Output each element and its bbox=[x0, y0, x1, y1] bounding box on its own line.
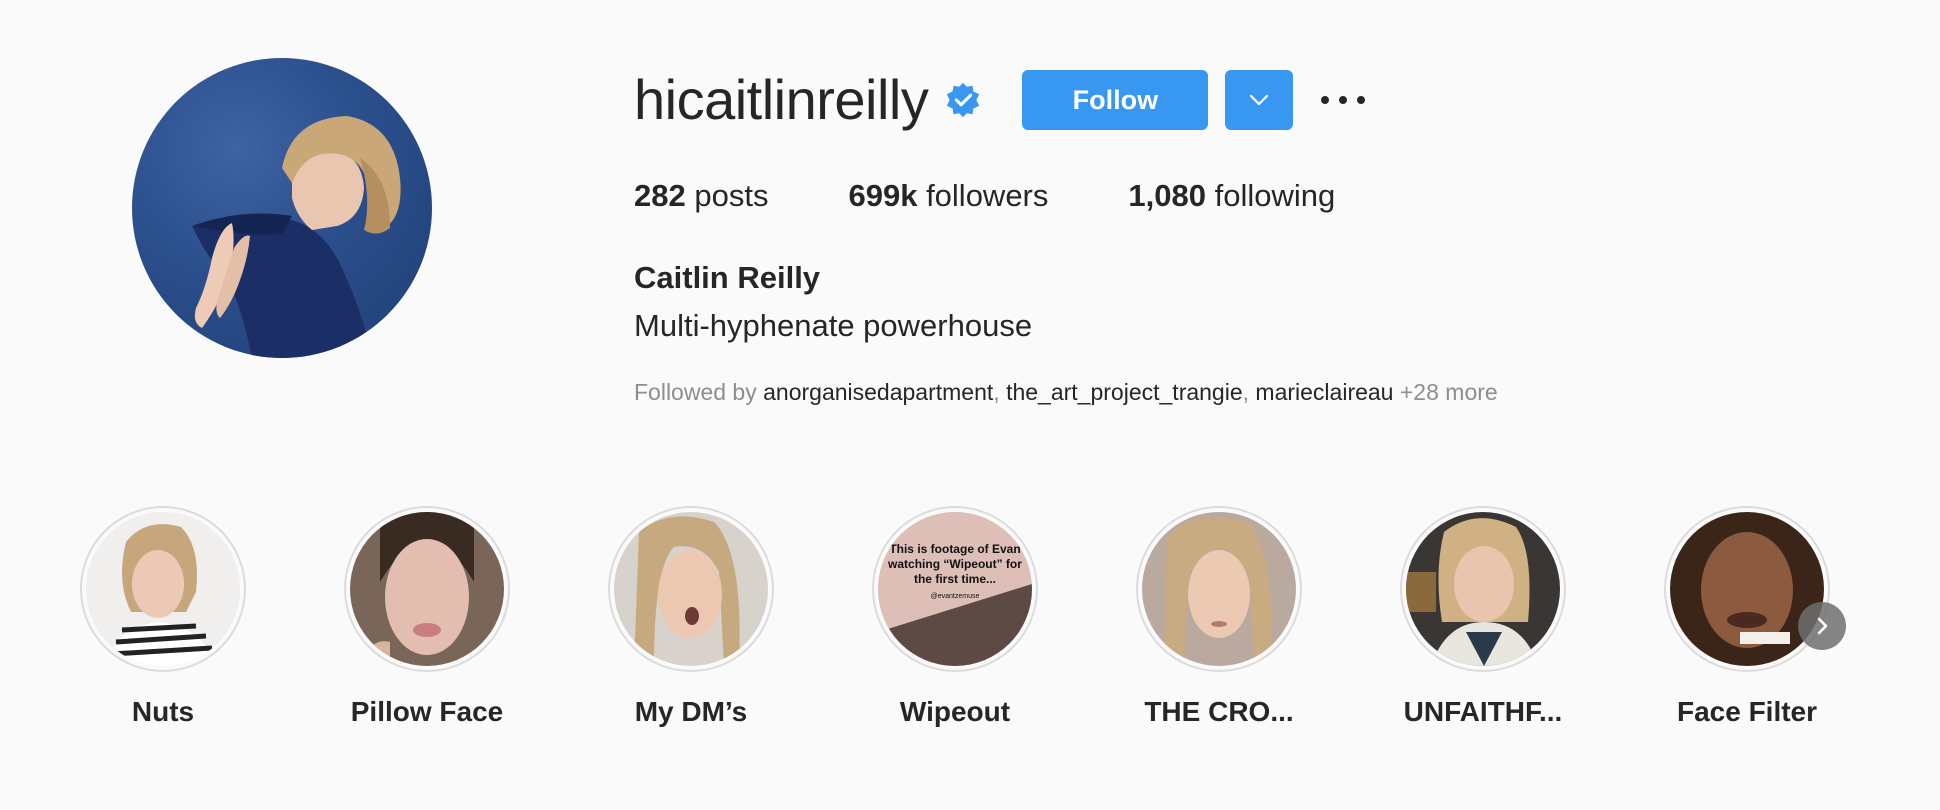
highlight-my-dms[interactable]: My DM’s bbox=[606, 506, 776, 730]
following-label: following bbox=[1214, 178, 1336, 213]
followed-by-prefix: Followed by bbox=[634, 379, 757, 405]
chevron-down-icon bbox=[1250, 94, 1269, 106]
highlight-label: UNFAITHF... bbox=[1403, 696, 1563, 727]
posts-count: 282 bbox=[634, 178, 686, 213]
highlight-thumbnail: This is footage of Evan watching “Wipeou… bbox=[878, 512, 1032, 666]
profile-photo bbox=[192, 116, 401, 358]
highlight-the-cro[interactable]: THE CRO... bbox=[1134, 506, 1304, 730]
followed-by-user[interactable]: marieclaireau bbox=[1255, 379, 1393, 405]
highlight-thumbnail bbox=[86, 512, 240, 666]
more-options-icon[interactable] bbox=[1321, 80, 1366, 120]
highlight-thumbnail-caption: This is footage of Evan watching “Wipeou… bbox=[886, 542, 1024, 604]
profile-page: hicaitlinreilly Follow 282 posts 699k fo… bbox=[0, 0, 1940, 810]
profile-stats: 282 posts 699k followers 1,080 following bbox=[634, 176, 1415, 216]
separator: , bbox=[1242, 379, 1250, 405]
following-count: 1,080 bbox=[1128, 178, 1206, 213]
follow-button[interactable]: Follow bbox=[1022, 70, 1209, 130]
followed-by-user[interactable]: anorganisedapartment bbox=[763, 379, 993, 405]
highlight-ring bbox=[608, 506, 774, 672]
highlight-label: Face Filter bbox=[1676, 696, 1818, 727]
highlight-unfaithf[interactable]: UNFAITHF... bbox=[1398, 506, 1568, 730]
highlight-nuts[interactable]: Nuts bbox=[78, 506, 248, 730]
highlight-ring bbox=[80, 506, 246, 672]
verified-badge-icon bbox=[947, 82, 980, 118]
highlights-next-button[interactable] bbox=[1798, 602, 1846, 650]
highlight-label: Pillow Face bbox=[350, 696, 504, 727]
username: hicaitlinreilly bbox=[634, 68, 929, 131]
full-name: Caitlin Reilly bbox=[634, 260, 821, 295]
highlight-label: My DM’s bbox=[634, 696, 748, 727]
highlight-pillow-face[interactable]: Pillow Face bbox=[342, 506, 512, 730]
highlight-label: Wipeout bbox=[899, 696, 1011, 727]
chevron-right-icon bbox=[1817, 617, 1828, 635]
profile-header: hicaitlinreilly Follow bbox=[634, 60, 1366, 140]
posts-label: posts bbox=[694, 178, 769, 213]
highlight-thumbnail bbox=[1406, 512, 1560, 666]
followers-link[interactable]: 699k followers bbox=[848, 176, 1048, 216]
highlight-label: THE CRO... bbox=[1144, 696, 1294, 727]
followed-by-user[interactable]: the_art_project_trangie bbox=[1006, 379, 1243, 405]
highlight-ring bbox=[1136, 506, 1302, 672]
posts-stat: 282 posts bbox=[634, 176, 768, 216]
thumbnail-caption-text: This is footage of Evan watching “Wipeou… bbox=[888, 542, 1022, 586]
highlight-thumbnail bbox=[1670, 512, 1824, 666]
highlight-ring bbox=[1400, 506, 1566, 672]
thumbnail-caption-handle: @evantzemuse bbox=[930, 593, 980, 600]
highlight-thumbnail bbox=[1142, 512, 1296, 666]
highlight-ring bbox=[344, 506, 510, 672]
profile-avatar[interactable] bbox=[132, 58, 432, 358]
separator: , bbox=[993, 379, 1000, 405]
highlight-thumbnail bbox=[614, 512, 768, 666]
highlight-wipeout[interactable]: This is footage of Evan watching “Wipeou… bbox=[870, 506, 1040, 730]
followers-label: followers bbox=[926, 178, 1049, 213]
bio: Multi-hyphenate powerhouse bbox=[634, 308, 1033, 343]
suggested-accounts-dropdown-button[interactable] bbox=[1225, 70, 1294, 130]
following-link[interactable]: 1,080 following bbox=[1128, 176, 1335, 216]
followed-by[interactable]: Followed by anorganisedapartment, the_ar… bbox=[634, 376, 1498, 408]
highlight-ring bbox=[1664, 506, 1830, 672]
story-highlights: Nuts Pillow Face My DM’s This is footage… bbox=[78, 506, 1878, 746]
followers-count: 699k bbox=[848, 178, 918, 213]
highlight-ring: This is footage of Evan watching “Wipeou… bbox=[872, 506, 1038, 672]
highlight-thumbnail bbox=[350, 512, 504, 666]
followed-by-more[interactable]: +28 more bbox=[1400, 379, 1498, 405]
highlight-label: Nuts bbox=[131, 696, 195, 727]
